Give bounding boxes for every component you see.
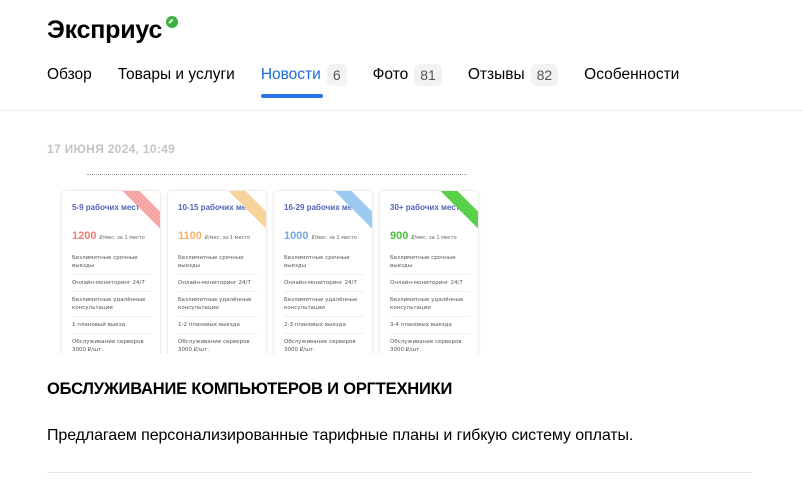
- feature-item: Безлимитные срочные выезды: [284, 250, 364, 275]
- feature-item: Безлимитные удалённые консультации: [284, 292, 364, 317]
- image-crop-edge: [87, 174, 467, 175]
- price-value: 1000: [284, 230, 309, 242]
- price-unit: ₽/мес. за 1 место: [204, 235, 251, 241]
- tariff-card: 10-15 рабочих мест 1100 ₽/мес. за 1 мест…: [167, 190, 267, 354]
- feature-item: Безлимитные срочные выезды: [72, 250, 152, 275]
- feature-item: 2-3 плановых выезда: [284, 317, 364, 334]
- feature-item: 1 плановый выезд: [72, 317, 152, 334]
- tariff-card: 30+ рабочих мест 900 ₽/мес. за 1 место Б…: [379, 190, 479, 354]
- tab-news[interactable]: Новости 6: [260, 62, 347, 98]
- header-divider: [0, 110, 803, 111]
- tab-label: Фото: [372, 66, 409, 83]
- feature-list: Безлимитные срочные выезды Онлайн-монито…: [72, 250, 152, 354]
- price-value: 1200: [72, 230, 97, 242]
- tab-label: Обзор: [47, 66, 92, 83]
- tab-products-services[interactable]: Товары и услуги: [118, 62, 235, 98]
- feature-item: Безлимитные удалённые консультации: [178, 292, 258, 317]
- tab-count-badge: 6: [326, 64, 347, 86]
- feature-item: 3-4 плановых выезда: [390, 317, 470, 334]
- feature-item: Онлайн-мониторинг 24/7: [178, 275, 258, 292]
- tab-features[interactable]: Особенности: [584, 62, 679, 98]
- price-unit: ₽/мес. за 1 место: [411, 235, 457, 241]
- price-unit: ₽/мес. за 1 место: [99, 235, 145, 241]
- tab-reviews[interactable]: Отзывы 82: [467, 62, 559, 98]
- feature-item: 1-2 плановых выезда: [178, 317, 258, 334]
- tariff-card: 16-29 рабочих мест 1000 ₽/мес. за 1 мест…: [273, 190, 373, 354]
- feature-item: Обслуживание серверов 3000 ₽/шт.: [390, 334, 470, 354]
- post-body: Предлагаем персонализированные тарифные …: [47, 427, 634, 444]
- verified-icon: [166, 16, 179, 28]
- post-divider: [47, 472, 751, 473]
- feature-item: Обслуживание серверов 3000 ₽/шт.: [284, 334, 364, 354]
- tab-label: Отзывы: [467, 66, 525, 83]
- feature-item: Обслуживание серверов 3000 ₽/шт.: [72, 334, 152, 354]
- tab-overview[interactable]: Обзор: [47, 62, 92, 98]
- price-value: 900: [390, 230, 409, 242]
- feature-list: Безлимитные срочные выезды Онлайн-монито…: [390, 250, 470, 354]
- tariff-card: 5-9 рабочих мест 1200 ₽/мес. за 1 место …: [61, 190, 161, 354]
- org-header: Эксприус: [47, 14, 179, 46]
- feature-list: Безлимитные срочные выезды Онлайн-монито…: [284, 250, 364, 354]
- card-price: 1100 ₽/мес. за 1 место: [178, 230, 258, 242]
- card-price: 1000 ₽/мес. за 1 место: [284, 230, 364, 242]
- feature-item: Онлайн-мониторинг 24/7: [72, 275, 152, 292]
- card-price: 900 ₽/мес. за 1 место: [390, 230, 470, 242]
- feature-item: Онлайн-мониторинг 24/7: [390, 275, 470, 292]
- tab-label: Особенности: [584, 66, 680, 83]
- feature-item: Обслуживание серверов 3000 ₽/шт.: [178, 334, 258, 354]
- feature-item: Безлимитные срочные выезды: [178, 250, 258, 275]
- card-price: 1200 ₽/мес. за 1 место: [72, 230, 152, 242]
- tab-label: Новости: [260, 66, 321, 83]
- post-heading: ОБСЛУЖИВАНИЕ КОМПЬЮТЕРОВ И ОРГТЕХНИКИ: [47, 380, 453, 398]
- org-title[interactable]: Эксприус: [47, 14, 162, 46]
- feature-item: Онлайн-мониторинг 24/7: [284, 275, 364, 292]
- tab-photos[interactable]: Фото 81: [373, 62, 442, 98]
- feature-item: Безлимитные удалённые консультации: [72, 292, 152, 317]
- post-date: 17 ИЮНЯ 2024, 10:49: [47, 142, 176, 156]
- feature-item: Безлимитные срочные выезды: [390, 250, 470, 275]
- tab-bar: Обзор Товары и услуги Новости 6 Фото 81 …: [47, 62, 705, 98]
- tab-label: Товары и услуги: [117, 66, 235, 83]
- tab-count-badge: 82: [530, 64, 559, 86]
- feature-item: Безлимитные удалённые консультации: [390, 292, 470, 317]
- price-unit: ₽/мес. за 1 место: [311, 235, 357, 241]
- feature-list: Безлимитные срочные выезды Онлайн-монито…: [178, 250, 258, 354]
- post-image[interactable]: 5-9 рабочих мест 1200 ₽/мес. за 1 место …: [47, 172, 507, 354]
- tab-count-badge: 81: [414, 64, 442, 86]
- price-value: 1100: [178, 230, 202, 242]
